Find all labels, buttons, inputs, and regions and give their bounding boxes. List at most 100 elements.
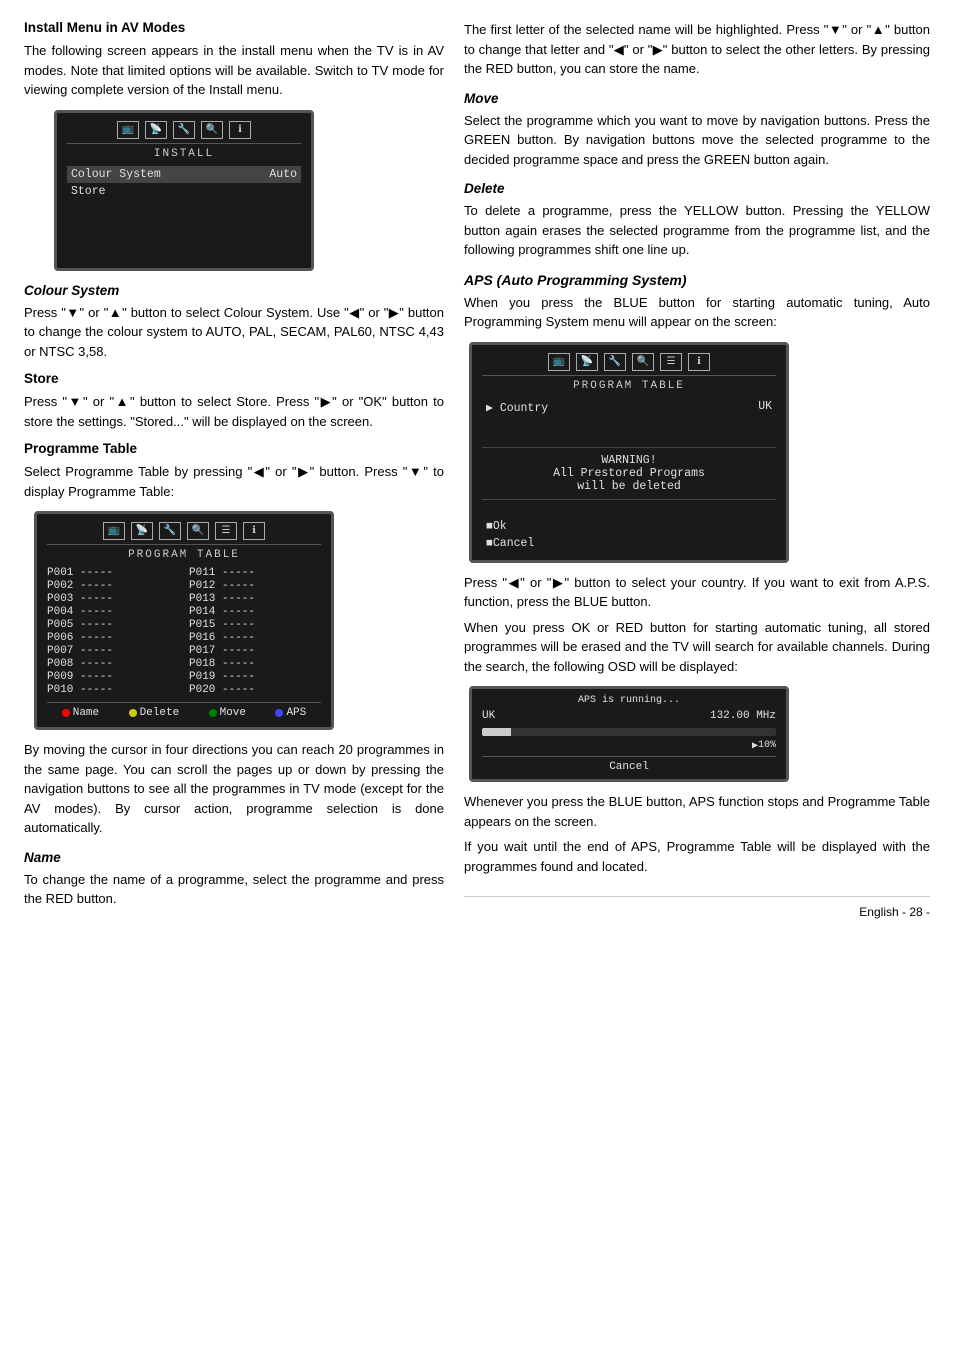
prog-entry-p018: P018 ----- xyxy=(189,658,321,670)
aps-running-screen: APS is running... UK 132.00 MHz ▶ 10% Ca… xyxy=(469,686,789,782)
dot-red-icon xyxy=(62,709,70,717)
prog-screen-icons: 📺 📡 🔧 🔍 ☰ ℹ xyxy=(47,522,321,545)
colour-system-label: Colour System xyxy=(71,168,161,181)
right-column: The first letter of the selected name wi… xyxy=(464,20,930,919)
aps-country-arrow: ▶ Country xyxy=(486,400,548,415)
aps-icon-list: ☰ xyxy=(660,353,682,371)
prog-entry-p012: P012 ----- xyxy=(189,580,321,592)
aps-progress-bar xyxy=(482,728,776,736)
prog-entry-p014: P014 ----- xyxy=(189,606,321,618)
footer: English - 28 - xyxy=(464,896,930,919)
dot-yellow-icon xyxy=(129,709,137,717)
icon-info: ℹ xyxy=(229,121,251,139)
aps-heading: APS (Auto Programming System) xyxy=(464,272,930,288)
install-row-colour: Colour System Auto xyxy=(67,166,301,183)
aps-warning: WARNING! All Prestored Programs will be … xyxy=(482,447,776,500)
prog-entry-p003: P003 ----- xyxy=(47,593,179,605)
legend-move-label: Move xyxy=(220,707,246,719)
aps-para5: If you wait until the end of APS, Progra… xyxy=(464,837,930,876)
delete-heading: Delete xyxy=(464,181,930,196)
legend-aps-label: APS xyxy=(286,707,306,719)
aps-progress-fill xyxy=(482,728,511,736)
aps-screen-title: PROGRAM TABLE xyxy=(482,380,776,392)
aps-country-row: ▶ Country UK xyxy=(482,398,776,417)
aps-running-title: APS is running... xyxy=(482,695,776,706)
prog-entry-p015: P015 ----- xyxy=(189,619,321,631)
prog-entry-p010: P010 ----- xyxy=(47,684,179,696)
aps-running-freq: 132.00 MHz xyxy=(710,710,776,722)
pt-icon-search: 🔍 xyxy=(187,522,209,540)
store-label: Store xyxy=(71,185,106,198)
aps-ok-label: Ok xyxy=(493,520,507,533)
section-colour-system: Colour System Press "▼" or "▲" button to… xyxy=(24,283,444,362)
aps-running-info: UK 132.00 MHz xyxy=(482,708,776,724)
icon-tv: 📺 xyxy=(117,121,139,139)
move-heading: Move xyxy=(464,91,930,106)
legend-name-label: Name xyxy=(73,707,99,719)
pt-icon-list: ☰ xyxy=(215,522,237,540)
aps-cancel-label: Cancel xyxy=(493,537,534,550)
section-name: Name To change the name of a programme, … xyxy=(24,850,444,909)
delete-para: To delete a programme, press the YELLOW … xyxy=(464,201,930,260)
aps-cancel-bullet: ■ xyxy=(486,537,493,550)
aps-country-value: UK xyxy=(758,400,772,415)
install-av-para: The following screen appears in the inst… xyxy=(24,41,444,100)
prog-entry-p001: P001 ----- xyxy=(47,567,179,579)
move-para: Select the programme which you want to m… xyxy=(464,111,930,170)
aps-running-cancel: Cancel xyxy=(482,756,776,773)
aps-para2: Press "◀" or "▶" button to select your c… xyxy=(464,573,930,612)
aps-prog-screen: 📺 📡 🔧 🔍 ☰ ℹ PROGRAM TABLE ▶ Country UK W… xyxy=(469,342,789,563)
prog-entry-p020: P020 ----- xyxy=(189,684,321,696)
aps-ok-row: ■ Ok xyxy=(482,518,776,535)
prog-entry-p006: P006 ----- xyxy=(47,632,179,644)
pt-icon-antenna: 📡 xyxy=(131,522,153,540)
section-install-av: Install Menu in AV Modes The following s… xyxy=(24,20,444,271)
colour-system-value: Auto xyxy=(269,168,297,181)
aps-ok-bullet: ■ xyxy=(486,520,493,533)
icon-antenna: 📡 xyxy=(145,121,167,139)
install-screen-title: INSTALL xyxy=(67,148,301,160)
legend-aps: APS xyxy=(275,707,306,719)
aps-running-cancel-label: Cancel xyxy=(609,761,649,773)
aps-warning-line1: WARNING! xyxy=(482,454,776,467)
aps-cancel-row: ■ Cancel xyxy=(482,535,776,552)
dot-green-icon xyxy=(209,709,217,717)
pt-icon-tv: 📺 xyxy=(103,522,125,540)
legend-name: Name xyxy=(62,707,99,719)
aps-screen-icons: 📺 📡 🔧 🔍 ☰ ℹ xyxy=(482,353,776,376)
section-store: Store Press "▼" or "▲" button to select … xyxy=(24,371,444,431)
prog-entry-p004: P004 ----- xyxy=(47,606,179,618)
aps-para1: When you press the BLUE button for start… xyxy=(464,293,930,332)
aps-warning-line2: All Prestored Programs xyxy=(482,467,776,480)
prog-entry-p016: P016 ----- xyxy=(189,632,321,644)
prog-entry-p017: P017 ----- xyxy=(189,645,321,657)
legend-delete: Delete xyxy=(129,707,180,719)
install-row-store: Store xyxy=(67,183,301,200)
legend-move: Move xyxy=(209,707,246,719)
name-para: To change the name of a programme, selec… xyxy=(24,870,444,909)
prog-table-title: PROGRAM TABLE xyxy=(47,549,321,561)
aps-icon-info: ℹ xyxy=(688,353,710,371)
colour-system-heading: Colour System xyxy=(24,283,444,298)
legend-delete-label: Delete xyxy=(140,707,180,719)
store-heading: Store xyxy=(24,371,444,386)
footer-text: English - 28 - xyxy=(859,905,930,919)
prog-legend: Name Delete Move APS xyxy=(47,702,321,719)
pt-icon-tools: 🔧 xyxy=(159,522,181,540)
store-para: Press "▼" or "▲" button to select Store.… xyxy=(24,392,444,431)
aps-country-label: Country xyxy=(500,402,548,415)
prog-entry-p009: P009 ----- xyxy=(47,671,179,683)
section-aps: APS (Auto Programming System) When you p… xyxy=(464,272,930,877)
programme-table-heading: Programme Table xyxy=(24,441,444,456)
section-delete: Delete To delete a programme, press the … xyxy=(464,181,930,260)
icon-search: 🔍 xyxy=(201,121,223,139)
install-screen-icons: 📺 📡 🔧 🔍 ℹ xyxy=(67,121,301,144)
programme-table-screen: 📺 📡 🔧 🔍 ☰ ℹ PROGRAM TABLE P001 ----- P01… xyxy=(34,511,334,730)
prog-entry-p005: P005 ----- xyxy=(47,619,179,631)
section-move: Move Select the programme which you want… xyxy=(464,91,930,170)
aps-icon-tools: 🔧 xyxy=(604,353,626,371)
prog-entry-p019: P019 ----- xyxy=(189,671,321,683)
prog-entry-p002: P002 ----- xyxy=(47,580,179,592)
name-heading: Name xyxy=(24,850,444,865)
programme-table-para: Select Programme Table by pressing "◀" o… xyxy=(24,462,444,501)
